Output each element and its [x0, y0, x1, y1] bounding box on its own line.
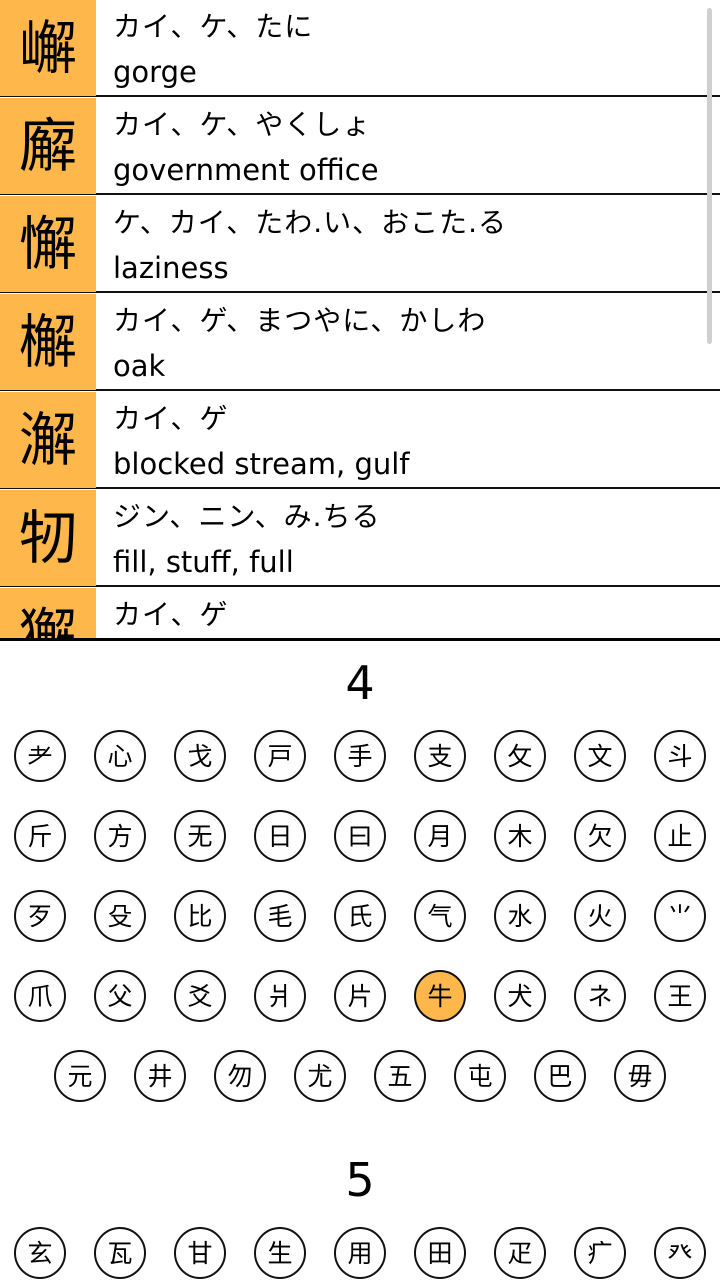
- radical-button[interactable]: 方: [94, 810, 146, 862]
- radical-button[interactable]: 毛: [254, 890, 306, 942]
- radical-button[interactable]: 月: [414, 810, 466, 862]
- list-scrollbar[interactable]: [707, 8, 712, 344]
- radical-button[interactable]: 无: [174, 810, 226, 862]
- radical-button[interactable]: 斤: [14, 810, 66, 862]
- radical-button[interactable]: 欠: [574, 810, 626, 862]
- radical-button[interactable]: 田: [414, 1227, 466, 1279]
- kanji-row[interactable]: 檞カイ、ゲ、まつやに、かしわ oak: [0, 294, 720, 391]
- radical-button[interactable]: 勿: [214, 1050, 266, 1102]
- radical-button[interactable]: 攵: [494, 730, 546, 782]
- kanji-meaning: blocked stream, gulf: [113, 447, 410, 481]
- radical-button[interactable]: 水: [494, 890, 546, 942]
- radical-button[interactable]: 用: [334, 1227, 386, 1279]
- kanji-character: 廨: [0, 98, 96, 194]
- kanji-reading: カイ、ゲ、まつやに、かしわ: [113, 304, 487, 337]
- radical-button[interactable]: 屯: [454, 1050, 506, 1102]
- radical-button[interactable]: 爪: [14, 970, 66, 1022]
- radical-button[interactable]: 王: [654, 970, 706, 1022]
- kanji-character: 獬: [0, 588, 96, 638]
- radical-button[interactable]: 巴: [534, 1050, 586, 1102]
- kanji-meaning: government office: [113, 153, 379, 187]
- radical-button[interactable]: ⺌: [654, 890, 706, 942]
- kanji-row[interactable]: 廨カイ、ケ、やくしょ government office: [0, 98, 720, 195]
- radical-button[interactable]: 癶: [654, 1227, 706, 1279]
- radical-button[interactable]: 文: [574, 730, 626, 782]
- radical-button[interactable]: 殳: [94, 890, 146, 942]
- kanji-reading: ジン、ニン、み.ちる: [113, 500, 381, 533]
- kanji-reading: カイ、ゲ: [113, 598, 229, 631]
- radical-button[interactable]: 木: [494, 810, 546, 862]
- radical-button[interactable]: 疋: [494, 1227, 546, 1279]
- radical-button[interactable]: 玄: [14, 1227, 66, 1279]
- radical-button[interactable]: 爿: [254, 970, 306, 1022]
- radical-button[interactable]: 比: [174, 890, 226, 942]
- radical-button[interactable]: 支: [414, 730, 466, 782]
- kanji-character: 澥: [0, 392, 96, 488]
- radical-button[interactable]: 尤: [294, 1050, 346, 1102]
- radical-button[interactable]: 生: [254, 1227, 306, 1279]
- kanji-reading: ケ、カイ、たわ.い、おこた.る: [113, 206, 508, 239]
- radical-button[interactable]: ネ: [574, 970, 626, 1022]
- radical-button[interactable]: 日: [254, 810, 306, 862]
- kanji-reading: カイ、ケ、たに: [113, 10, 314, 43]
- radical-button[interactable]: 戈: [174, 730, 226, 782]
- radical-button[interactable]: 止: [654, 810, 706, 862]
- stroke-count-heading: 5: [345, 1153, 375, 1207]
- radical-button[interactable]: 毋: [614, 1050, 666, 1102]
- kanji-row[interactable]: 懈ケ、カイ、たわ.い、おこた.る laziness: [0, 196, 720, 293]
- radical-button[interactable]: ⺹: [14, 730, 66, 782]
- radical-button[interactable]: 疒: [574, 1227, 626, 1279]
- kanji-row[interactable]: 嶰カイ、ケ、たに gorge: [0, 0, 720, 97]
- radical-button[interactable]: 火: [574, 890, 626, 942]
- kanji-list[interactable]: 獬カイ、ゲ牣ジン、ニン、み.ちる fill, stuff, full 澥カイ、ゲ bl…: [0, 0, 720, 638]
- radical-button[interactable]: 心: [94, 730, 146, 782]
- radical-button[interactable]: 歹: [14, 890, 66, 942]
- radical-button[interactable]: 爻: [174, 970, 226, 1022]
- radical-button[interactable]: 瓦: [94, 1227, 146, 1279]
- radical-button[interactable]: 五: [374, 1050, 426, 1102]
- kanji-character: 檞: [0, 294, 96, 390]
- radical-button[interactable]: 戸: [254, 730, 306, 782]
- kanji-meaning: oak: [113, 349, 166, 383]
- radical-button[interactable]: 片: [334, 970, 386, 1022]
- kanji-meaning: laziness: [113, 251, 229, 285]
- radical-button[interactable]: 手: [334, 730, 386, 782]
- kanji-character: 牣: [0, 490, 96, 586]
- kanji-reading: カイ、ケ、やくしょ: [113, 108, 372, 141]
- kanji-row[interactable]: 獬カイ、ゲ: [0, 588, 720, 638]
- kanji-character: 嶰: [0, 0, 96, 96]
- panel-divider: [0, 638, 720, 641]
- radical-button[interactable]: 气: [414, 890, 466, 942]
- kanji-meaning: gorge: [113, 55, 197, 89]
- kanji-meaning: fill, stuff, full: [113, 545, 294, 579]
- kanji-row[interactable]: 牣ジン、ニン、み.ちる fill, stuff, full: [0, 490, 720, 587]
- stroke-count-heading: 4: [345, 656, 375, 710]
- kanji-reading: カイ、ゲ: [113, 402, 229, 435]
- radical-button[interactable]: 井: [134, 1050, 186, 1102]
- radical-button[interactable]: 犬: [494, 970, 546, 1022]
- radical-button[interactable]: 曰: [334, 810, 386, 862]
- radical-button-selected[interactable]: 牛: [414, 970, 466, 1022]
- kanji-row[interactable]: 澥カイ、ゲ blocked stream, gulf: [0, 392, 720, 489]
- radical-button[interactable]: 氏: [334, 890, 386, 942]
- radical-button[interactable]: 父: [94, 970, 146, 1022]
- radical-button[interactable]: 元: [54, 1050, 106, 1102]
- kanji-character: 懈: [0, 196, 96, 292]
- radical-button[interactable]: 甘: [174, 1227, 226, 1279]
- radical-button[interactable]: 斗: [654, 730, 706, 782]
